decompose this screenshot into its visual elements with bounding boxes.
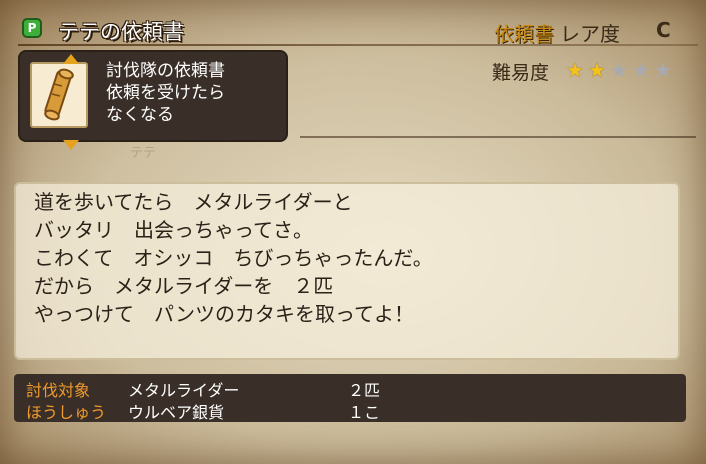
target-row: 討伐対象 メタルライダー ２匹: [14, 377, 686, 400]
quest-info-panel: 討伐対象 メタルライダー ２匹 ほうしゅう ウルベア銀貨 １こ: [14, 374, 686, 422]
scroll-icon: [44, 68, 74, 121]
background-character-name: テテ: [130, 146, 157, 161]
target-count: ２匹: [348, 381, 381, 400]
item-description: 討伐隊の依頼書 依頼を受けたら なくなる: [106, 60, 276, 126]
title-bar: P テテの依頼書 依頼書 レア度 C: [0, 8, 706, 46]
target-label: 討伐対象: [26, 381, 91, 400]
previous-item-arrow-icon[interactable]: [63, 54, 79, 64]
reward-count: １こ: [348, 403, 381, 422]
quest-message: 道を歩いてたら メタルライダーと バッタリ 出会っちゃってさ。 こわくて オシッ…: [34, 188, 674, 328]
quest-scroll-icon: P: [22, 18, 42, 38]
rarity-category-label: 依頼書: [494, 22, 554, 46]
title-divider: [18, 44, 698, 46]
difficulty-divider: [300, 136, 696, 138]
quest-message-box: 道を歩いてたら メタルライダーと バッタリ 出会っちゃってさ。 こわくて オシッ…: [14, 182, 680, 360]
star-empty-icon: ★: [654, 58, 672, 82]
item-description-line: 討伐隊の依頼書: [106, 61, 225, 81]
star-empty-icon: ★: [610, 58, 628, 82]
item-description-line: 依頼を受けたら: [106, 83, 225, 103]
message-line: だから メタルライダーを ２匹: [34, 274, 334, 298]
star-empty-icon: ★: [632, 58, 650, 82]
item-description-line: なくなる: [106, 105, 174, 125]
difficulty-label: 難易度: [492, 62, 550, 84]
reward-value: ウルベア銀貨: [128, 403, 225, 422]
star-filled-icon: ★: [566, 58, 584, 82]
message-line: こわくて オシッコ ちびっちゃったんだ。: [34, 246, 433, 270]
rarity-label: レア度: [560, 22, 620, 46]
item-icon-frame[interactable]: [30, 54, 88, 150]
next-item-arrow-icon[interactable]: [63, 140, 79, 150]
message-line: やっつけて パンツのカタキを取ってよ！: [34, 302, 414, 326]
message-line: 道を歩いてたら メタルライダーと: [34, 190, 353, 214]
reward-label: ほうしゅう: [26, 403, 107, 422]
rarity-value: C: [656, 18, 671, 42]
page-title: テテの依頼書: [58, 20, 184, 44]
message-line: バッタリ 出会っちゃってさ。: [34, 218, 313, 242]
item-panel: 討伐隊の依頼書 依頼を受けたら なくなる: [20, 52, 286, 150]
reward-row: ほうしゅう ウルベア銀貨 １こ: [14, 399, 686, 422]
target-value: メタルライダー: [128, 381, 240, 400]
star-filled-icon: ★: [588, 58, 606, 82]
